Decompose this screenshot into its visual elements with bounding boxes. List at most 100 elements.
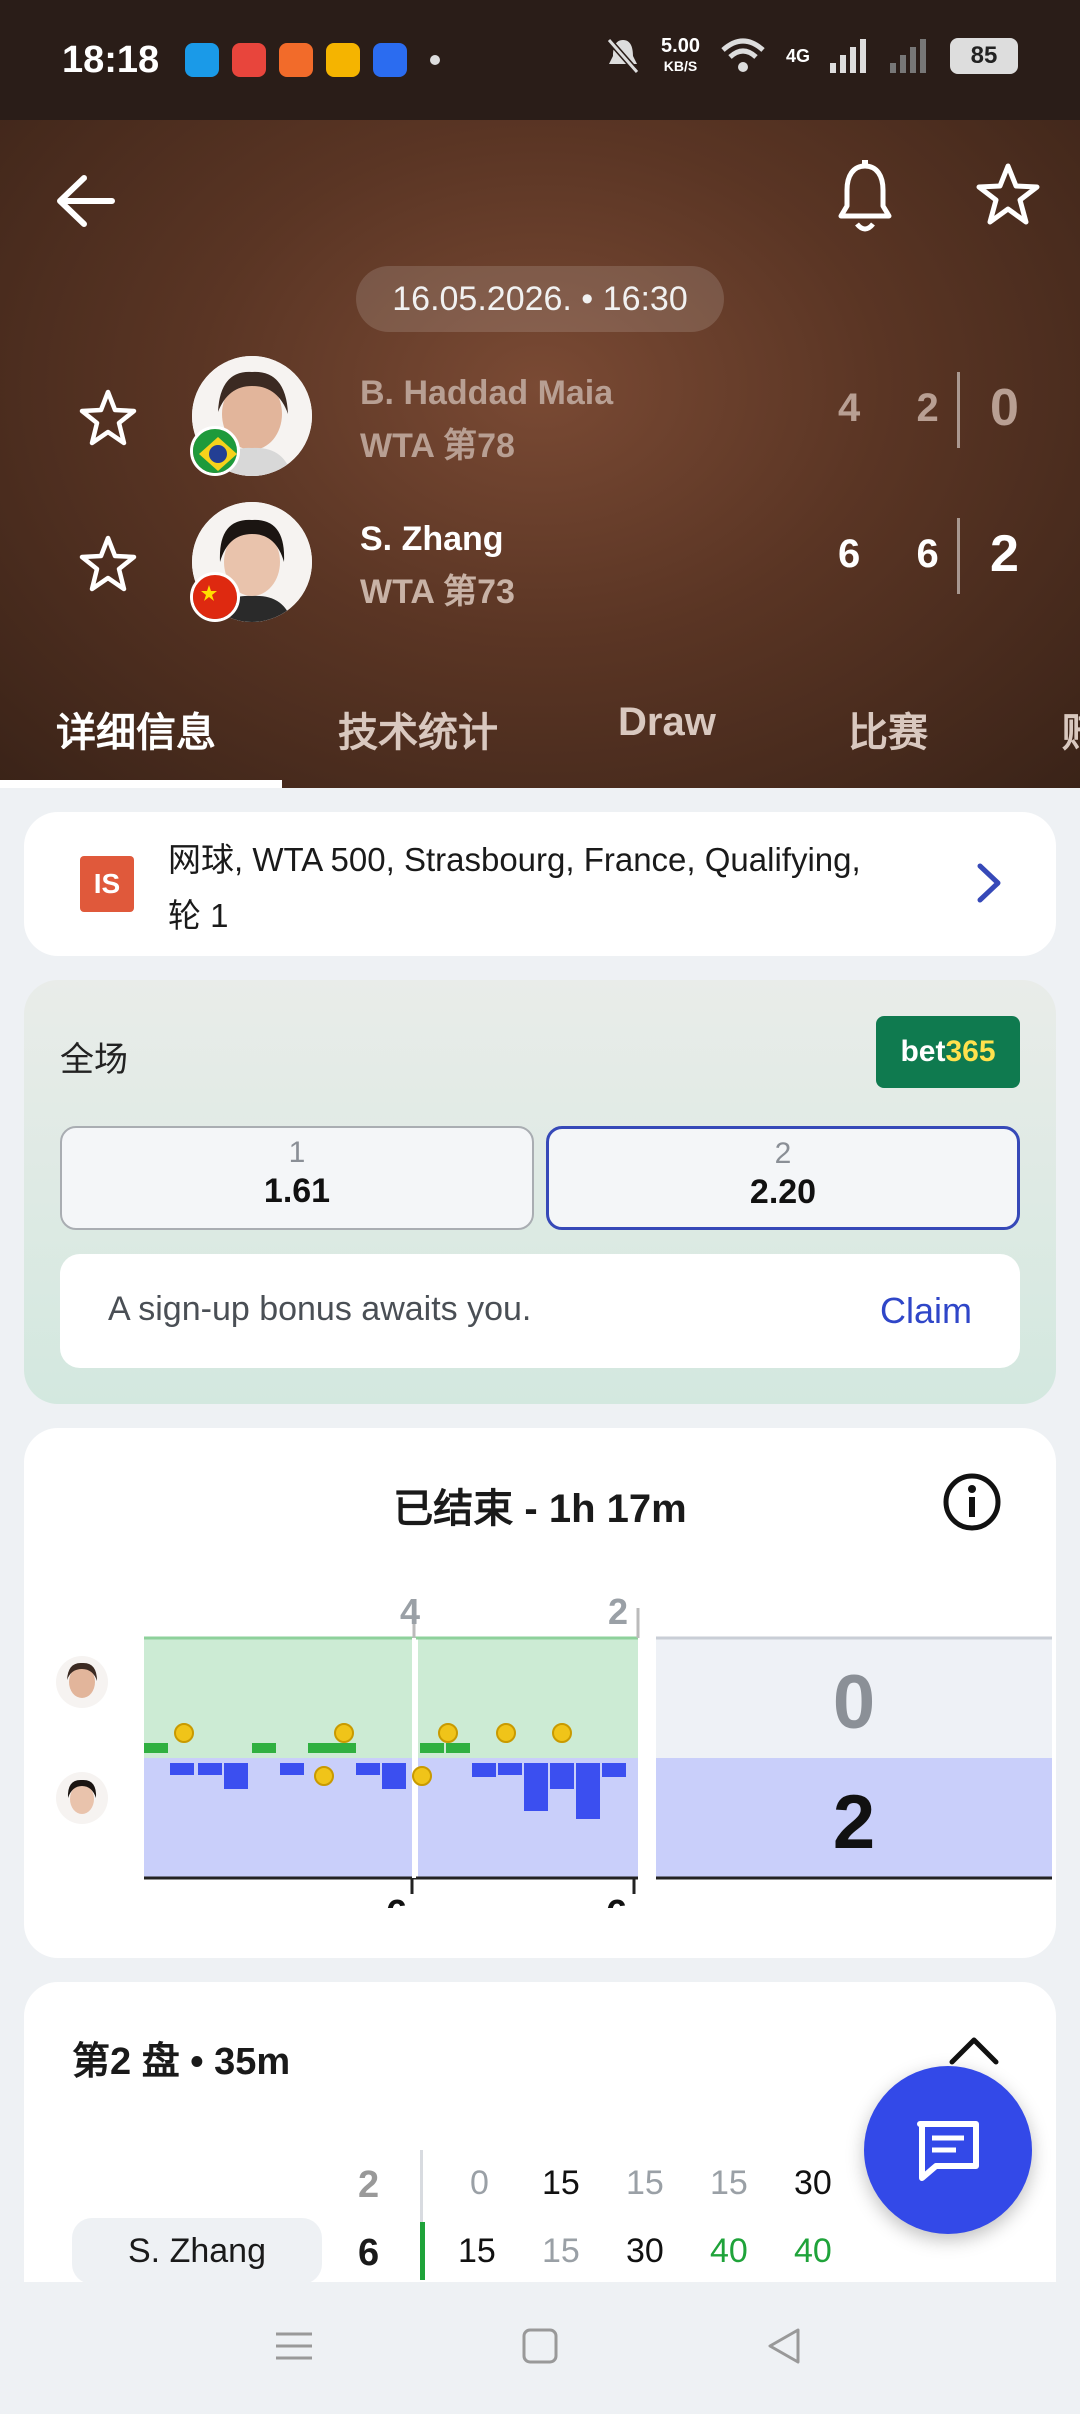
game-bar bbox=[420, 1743, 444, 1753]
set-title: 第2 盘 • 35m bbox=[72, 2041, 291, 2083]
total-sets: 0 bbox=[990, 379, 1019, 437]
point-score: 30 bbox=[794, 2164, 832, 2202]
player-name: B. Haddad Maia bbox=[360, 374, 614, 412]
odds-value: 1.61 bbox=[263, 1172, 331, 1210]
battery-indicator: 85 bbox=[950, 38, 1018, 74]
speed-value: 5.00 bbox=[661, 35, 700, 57]
bet365-logo[interactable]: bet365 bbox=[876, 1016, 1020, 1088]
odds-option-2[interactable]: 2 2.20 bbox=[546, 1126, 1020, 1230]
total-sets: 2 bbox=[990, 525, 1019, 583]
promo-text: A sign-up bonus awaits you. bbox=[108, 1290, 532, 1328]
game-bar bbox=[382, 1763, 406, 1789]
shopping-app-icon bbox=[279, 43, 314, 77]
player-star-icon[interactable] bbox=[78, 388, 138, 448]
set-2-top-score: 2 bbox=[608, 1591, 628, 1632]
speed-unit: KB/S bbox=[663, 58, 698, 74]
set-row-player-2: S. Zhang 6 15 15 30 40 40 bbox=[24, 2218, 1056, 2288]
network-type: 4G bbox=[785, 45, 810, 66]
app-notification-icon bbox=[185, 43, 220, 77]
game-bar bbox=[472, 1763, 496, 1777]
momentum-chart: 4 2 6 6 0 2 bbox=[144, 1591, 1052, 1908]
chat-icon bbox=[917, 2121, 979, 2181]
weibo-icon bbox=[326, 43, 361, 77]
tab-statistics[interactable]: 技术统计 bbox=[338, 700, 498, 758]
claim-button[interactable]: Claim bbox=[880, 1290, 972, 1332]
tab-matches[interactable]: 比赛 bbox=[848, 700, 928, 758]
player-star-icon[interactable] bbox=[78, 534, 138, 594]
set-1-top-score: 4 bbox=[400, 1591, 420, 1632]
player-rank: WTA 第78 bbox=[360, 427, 515, 465]
player-row-2[interactable]: S. Zhang WTA 第73 6 6 2 bbox=[0, 502, 1080, 626]
tab-bar: 详细信息 技术统计 Draw 比赛 赔 bbox=[0, 680, 1080, 788]
game-bar bbox=[224, 1763, 248, 1789]
serve-indicator bbox=[420, 2222, 425, 2280]
player-name: S. Zhang bbox=[360, 520, 504, 558]
player-name-pill: S. Zhang bbox=[72, 2218, 322, 2284]
chevron-right-icon[interactable] bbox=[974, 860, 1004, 906]
signal-2-icon bbox=[890, 39, 926, 73]
game-bar bbox=[308, 1743, 332, 1753]
set-scores: 4 2 bbox=[838, 386, 941, 430]
network-speed: 5.00 KB/S bbox=[661, 36, 700, 76]
game-bar bbox=[170, 1763, 194, 1775]
game-bar bbox=[252, 1743, 276, 1753]
mute-icon bbox=[606, 38, 640, 74]
score-separator bbox=[957, 518, 960, 594]
point-score: 15 bbox=[710, 2164, 748, 2202]
total-top-score: 0 bbox=[833, 1660, 875, 1745]
odds-card: 全场 bet365 1 1.61 2 2.20 A sign-up bonus … bbox=[24, 980, 1056, 1404]
total-bottom-score: 2 bbox=[833, 1780, 875, 1865]
point-score: 15 bbox=[542, 2232, 580, 2270]
match-header: 16.05.2026. • 16:30 B. Haddad Maia WTA 第… bbox=[0, 120, 1080, 788]
status-time: 18:18 bbox=[62, 38, 160, 81]
point-score: 40 bbox=[710, 2232, 748, 2270]
video-app-icon bbox=[232, 43, 267, 77]
break-point-ball-icon bbox=[412, 1766, 432, 1786]
chevron-up-icon[interactable] bbox=[946, 2030, 1002, 2070]
competition-card[interactable]: IS 网球, WTA 500, Strasbourg, France, Qual… bbox=[24, 812, 1056, 956]
player-row-1[interactable]: B. Haddad Maia WTA 第78 4 2 0 bbox=[0, 356, 1080, 480]
break-point-ball-icon bbox=[552, 1723, 572, 1743]
status-bar: 18:18 5.00 KB/S 4G 85 bbox=[0, 0, 1080, 120]
break-point-ball-icon bbox=[314, 1766, 334, 1786]
wifi-icon bbox=[721, 38, 765, 72]
tab-details[interactable]: 详细信息 bbox=[56, 700, 216, 758]
arrow-left-icon[interactable] bbox=[50, 166, 120, 236]
odds-label: 1 bbox=[288, 1136, 306, 1169]
chat-button[interactable] bbox=[864, 2066, 1032, 2234]
game-bar bbox=[198, 1763, 222, 1775]
player-1-mini-avatar bbox=[56, 1656, 108, 1708]
game-bar bbox=[332, 1743, 356, 1753]
bell-icon[interactable] bbox=[835, 160, 895, 236]
match-date: 16.05.2026. • 16:30 bbox=[356, 266, 724, 332]
tab-odds[interactable]: 赔 bbox=[1062, 700, 1080, 758]
point-score: 15 bbox=[458, 2232, 496, 2270]
point-score: 0 bbox=[470, 2164, 489, 2202]
player-rank: WTA 第73 bbox=[360, 573, 515, 611]
point-score: 30 bbox=[626, 2232, 664, 2270]
signal-icon bbox=[830, 39, 866, 73]
china-flag-icon bbox=[190, 572, 240, 622]
odds-option-1[interactable]: 1 1.61 bbox=[60, 1126, 534, 1230]
back-nav-icon[interactable] bbox=[764, 2326, 804, 2366]
promo-banner: A sign-up bonus awaits you. Claim bbox=[60, 1254, 1020, 1368]
game-bar bbox=[524, 1763, 548, 1811]
game-bar bbox=[550, 1763, 574, 1789]
tournament-logo-icon: IS bbox=[80, 856, 134, 912]
break-point-ball-icon bbox=[334, 1723, 354, 1743]
game-bar bbox=[356, 1763, 380, 1775]
menu-icon[interactable] bbox=[274, 2326, 314, 2366]
info-icon[interactable] bbox=[942, 1472, 1002, 1532]
game-bar bbox=[446, 1743, 470, 1753]
tab-draw[interactable]: Draw bbox=[618, 700, 716, 745]
set-score: 6 bbox=[358, 2232, 380, 2274]
game-bar bbox=[144, 1743, 168, 1753]
game-bar bbox=[602, 1763, 626, 1777]
competition-name: 网球, WTA 500, Strasbourg, France, Qualify… bbox=[168, 841, 861, 934]
score-separator bbox=[957, 372, 960, 448]
odds-label: 2 bbox=[774, 1137, 792, 1170]
set-1-bottom-score: 6 bbox=[386, 1893, 407, 1908]
game-bar bbox=[498, 1763, 522, 1775]
home-icon[interactable] bbox=[520, 2326, 560, 2366]
star-outline-icon[interactable] bbox=[975, 162, 1041, 228]
